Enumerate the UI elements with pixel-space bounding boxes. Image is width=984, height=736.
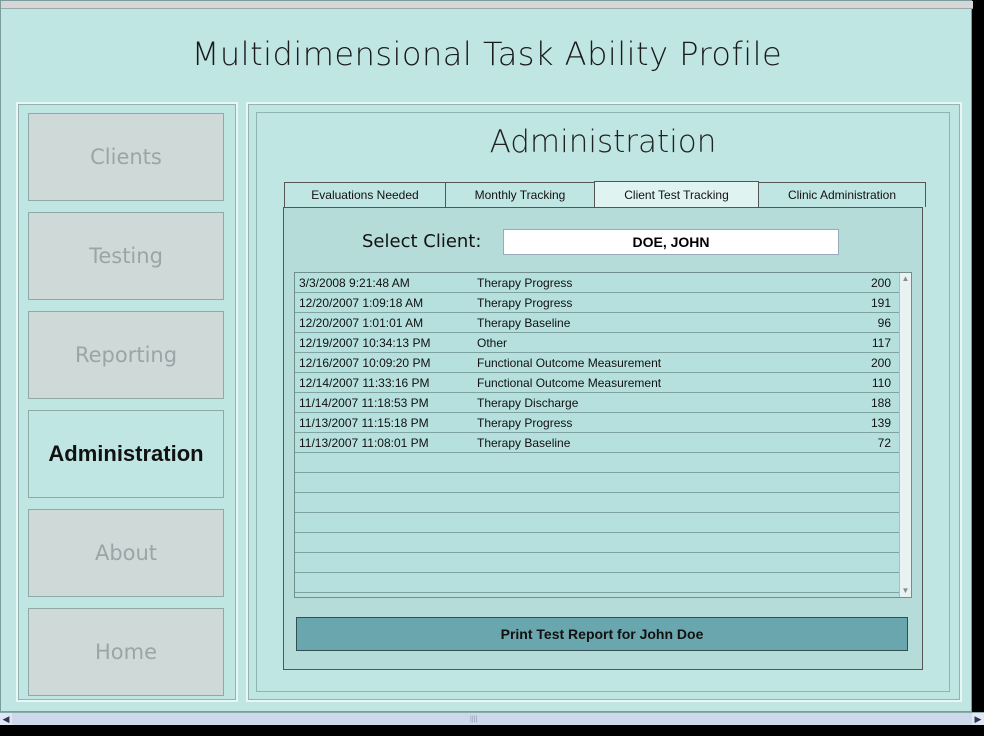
row-date: 12/20/2007 1:09:18 AM [299,296,424,310]
tab-evaluations-needed[interactable]: Evaluations Needed [284,182,446,207]
row-date: 12/16/2007 10:09:20 PM [299,356,431,370]
nav-clients-button[interactable]: Clients [28,113,224,201]
nav-reporting-button[interactable]: Reporting [28,311,224,399]
table-row[interactable]: 12/16/2007 10:09:20 PM Functional Outcome… [295,353,899,373]
window-horizontal-scrollbar[interactable]: ◀ |||| ▶ [0,712,984,725]
row-test-type: Therapy Baseline [477,316,571,330]
scroll-grip-icon[interactable]: |||| [470,716,477,723]
row-score: 72 [877,436,891,450]
nav-testing-button[interactable]: Testing [28,212,224,300]
table-row[interactable] [295,573,899,593]
select-client-label: Select Client: [362,231,482,252]
row-score: 191 [870,296,891,310]
table-row[interactable]: 3/3/2008 9:21:48 AM Therapy Progress 200 [295,273,899,293]
table-row[interactable] [295,533,899,553]
row-test-type: Functional Outcome Measurement [477,356,662,370]
row-test-type: Therapy Progress [477,276,573,290]
row-date: 12/14/2007 11:33:16 PM [299,376,430,390]
row-date: 3/3/2008 9:21:48 AM [299,276,410,290]
row-date: 12/19/2007 10:34:13 PM [299,336,431,350]
row-score: 110 [871,376,891,390]
tab-bar: Evaluations Needed Monthly Tracking Clie… [284,181,926,208]
test-list[interactable]: 3/3/2008 9:21:48 AM Therapy Progress 200 12… [294,272,912,598]
row-test-type: Other [477,336,508,350]
tab-clinic-administration[interactable]: Clinic Administration [758,182,926,207]
row-test-type: Therapy Progress [477,416,573,430]
scroll-up-icon[interactable]: ▲ [900,273,911,285]
nav-home-button[interactable]: Home [28,608,224,696]
row-score: 200 [870,276,891,290]
table-row[interactable]: 11/13/2007 11:15:18 PM Therapy Progress 13… [295,413,899,433]
test-list-rows: 3/3/2008 9:21:48 AM Therapy Progress 200 12… [295,273,899,593]
table-row[interactable]: 12/14/2007 11:33:16 PM Functional Outcome… [295,373,899,393]
row-date: 11/13/2007 11:15:18 PM [299,416,429,430]
row-score: 139 [870,416,891,430]
tab-monthly-tracking[interactable]: Monthly Tracking [445,182,595,207]
row-test-type: Therapy Discharge [477,396,579,410]
table-row[interactable] [295,513,899,533]
row-date: 12/20/2007 1:01:01 AM [299,316,424,330]
page-title: Administration [489,124,717,160]
table-row[interactable] [295,493,899,513]
print-report-button[interactable]: Print Test Report for John Doe [296,617,908,651]
scroll-right-icon[interactable]: ▶ [972,713,984,725]
select-client-field[interactable]: DOE, JOHN [503,229,839,255]
row-test-type: Functional Outcome Measurement [477,376,662,390]
table-row[interactable]: 11/13/2007 11:08:01 PM Therapy Baseline 72 [295,433,899,453]
row-test-type: Therapy Baseline [477,436,571,450]
table-row[interactable] [295,553,899,573]
row-score: 96 [877,316,891,330]
row-date: 11/13/2007 11:08:01 PM [299,436,429,450]
tab-client-test-tracking[interactable]: Client Test Tracking [594,181,759,207]
app-title: Multidimensional Task Ability Profile [191,35,783,73]
nav-about-button[interactable]: About [28,509,224,597]
table-row[interactable]: 12/20/2007 1:09:18 AM Therapy Progress 191 [295,293,899,313]
table-row[interactable]: 12/20/2007 1:01:01 AM Therapy Baseline 96 [295,313,899,333]
list-scrollbar[interactable]: ▲ ▼ [899,273,911,597]
table-row[interactable]: 12/19/2007 10:34:13 PM Other 117 [295,333,899,353]
table-row[interactable] [295,453,899,473]
scroll-left-icon[interactable]: ◀ [0,713,12,725]
row-score: 117 [871,336,891,350]
row-score: 200 [870,356,891,370]
scroll-down-icon[interactable]: ▼ [900,585,911,597]
table-row[interactable]: 11/14/2007 11:18:53 PM Therapy Discharge 1… [295,393,899,413]
row-score: 188 [870,396,891,410]
title-strip [1,1,973,9]
table-row[interactable] [295,473,899,493]
row-test-type: Therapy Progress [477,296,573,310]
row-date: 11/14/2007 11:18:53 PM [299,396,429,410]
nav-administration-button[interactable]: Administration [28,410,224,498]
